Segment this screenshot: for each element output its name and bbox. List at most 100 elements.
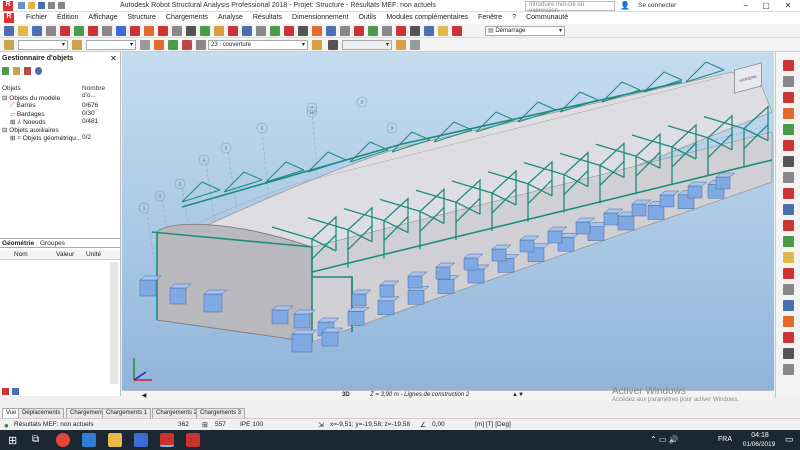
tool-cable-icon[interactable]	[783, 172, 794, 183]
paste-icon[interactable]	[102, 26, 112, 36]
table-icon[interactable]	[256, 26, 266, 36]
tree-bars[interactable]: ⟋ Barres	[10, 102, 36, 110]
view-mode[interactable]: 3D	[342, 392, 350, 398]
refresh-icon[interactable]	[13, 67, 20, 75]
chrome-icon[interactable]	[56, 433, 70, 447]
gable-wall[interactable]	[156, 223, 313, 343]
tool-analysis-icon[interactable]	[783, 284, 794, 295]
tool-result-icon[interactable]	[783, 300, 794, 311]
layout-select[interactable]: ▤ Démarrage ▾	[485, 26, 565, 36]
rear-truss-frame[interactable]	[265, 161, 305, 183]
check-icon[interactable]	[452, 26, 462, 36]
edge-icon[interactable]	[82, 433, 96, 447]
redo-icon[interactable]	[130, 26, 140, 36]
menu-item[interactable]: Édition	[57, 14, 78, 21]
pin-icon[interactable]	[2, 388, 9, 395]
display-icon[interactable]	[328, 40, 338, 50]
measure-icon[interactable]	[172, 26, 182, 36]
filter-icon[interactable]	[140, 40, 150, 50]
open-icon[interactable]	[28, 2, 35, 9]
case-icon[interactable]	[196, 40, 206, 50]
undo-icon[interactable]	[48, 2, 55, 9]
open-icon[interactable]	[18, 26, 28, 36]
view-tab[interactable]: Chargements 1	[102, 408, 152, 418]
load-case-select[interactable]: 23 : couverture ▾	[208, 40, 308, 50]
section-icon[interactable]	[312, 40, 322, 50]
clock-date[interactable]: 01/06/2019	[739, 441, 779, 448]
tool-node-icon[interactable]	[783, 60, 794, 71]
combination-icon[interactable]	[182, 40, 192, 50]
bar-selection-field[interactable]: ▾	[86, 40, 136, 50]
tray-icons[interactable]: ⌃ ▭ 🔊	[650, 435, 679, 444]
task-view-icon[interactable]: ⧉	[32, 434, 39, 445]
properties-scrollbar[interactable]	[110, 262, 118, 384]
app-menu-icon[interactable]: R	[4, 13, 14, 23]
rear-truss-frame[interactable]	[181, 181, 221, 203]
structure-model[interactable]: 12345678910	[122, 52, 774, 390]
grid-icon[interactable]	[200, 26, 210, 36]
view-tab[interactable]: Déplacements	[18, 408, 65, 418]
delete-icon[interactable]	[88, 26, 98, 36]
tool-layer-icon[interactable]	[783, 348, 794, 359]
user-icon[interactable]: 👤	[620, 1, 630, 10]
profile-icon[interactable]	[396, 40, 406, 50]
tree-model-objects[interactable]: ⊟ Objets du modèle	[2, 94, 60, 102]
cut-icon[interactable]	[60, 26, 70, 36]
tool-report-icon[interactable]	[783, 332, 794, 343]
units[interactable]: [m] [T] [Deg]	[475, 421, 511, 428]
tool-section-icon[interactable]	[783, 108, 794, 119]
horizontal-scroll-left[interactable]: ◀	[126, 392, 162, 399]
tree-nodes[interactable]: ⊞ ⅄ Noeuds	[10, 118, 45, 126]
model-icon[interactable]	[154, 40, 164, 50]
bar-icon[interactable]	[284, 26, 294, 36]
tool-table-icon[interactable]	[783, 364, 794, 375]
notifications-icon[interactable]: ▭	[785, 434, 794, 445]
view-tab[interactable]: Chargements 2	[152, 408, 202, 418]
tool-cladding-icon[interactable]	[783, 236, 794, 247]
folder-icon[interactable]	[438, 26, 448, 36]
node-icon[interactable]	[298, 26, 308, 36]
load-case-icon[interactable]	[168, 40, 178, 50]
calc-icon[interactable]	[242, 26, 252, 36]
tool-support-icon[interactable]	[783, 92, 794, 103]
result-icon[interactable]	[340, 26, 350, 36]
redo-icon[interactable]	[58, 2, 65, 9]
menu-item[interactable]: Modules complémentaires	[386, 14, 468, 21]
filter-icon[interactable]	[2, 67, 9, 75]
tool-bar-icon[interactable]	[783, 76, 794, 87]
close-button[interactable]: ✕	[782, 1, 794, 11]
clock-time[interactable]: 04:18	[743, 432, 777, 439]
rotate-icon[interactable]	[158, 26, 168, 36]
search-input[interactable]: Introduire mot-clé ou expression	[525, 1, 615, 14]
node-selection-field[interactable]: ▾	[18, 40, 68, 50]
menu-item[interactable]: Analyse	[218, 14, 243, 21]
cancel-icon[interactable]	[228, 26, 238, 36]
menu-item[interactable]: Fichier	[26, 14, 47, 21]
mesh-icon[interactable]	[326, 26, 336, 36]
minimize-button[interactable]: –	[740, 1, 752, 11]
windows-start-icon[interactable]: ⊞	[8, 434, 17, 447]
error-icon[interactable]	[396, 26, 406, 36]
autodesk-app-icon[interactable]	[186, 433, 200, 447]
map-icon[interactable]	[354, 26, 364, 36]
menu-item[interactable]: Fenêtre	[478, 14, 502, 21]
tree-aux-objects[interactable]: ⊟ Objets auxiliaires	[2, 126, 59, 134]
new-icon[interactable]	[4, 26, 14, 36]
menu-item[interactable]: ?	[512, 14, 516, 21]
store-icon[interactable]	[134, 433, 148, 447]
help-icon[interactable]	[35, 67, 42, 75]
support-block[interactable]	[321, 327, 344, 347]
zoom-icon[interactable]	[186, 26, 196, 36]
bar-select-icon[interactable]	[72, 40, 82, 50]
view-tab[interactable]: Chargements 3	[196, 408, 246, 418]
tool-combination-icon[interactable]	[783, 268, 794, 279]
tool-mesh-icon[interactable]	[783, 204, 794, 215]
file-explorer-icon[interactable]	[108, 433, 122, 447]
view-icon[interactable]	[270, 26, 280, 36]
input-language[interactable]: FRA	[718, 436, 732, 443]
display-select[interactable]: ▾	[342, 40, 392, 50]
cursor-icon[interactable]	[4, 40, 14, 50]
save-icon[interactable]	[38, 2, 45, 9]
robot-app-icon[interactable]	[160, 433, 174, 447]
tool-panel-icon[interactable]	[783, 220, 794, 231]
